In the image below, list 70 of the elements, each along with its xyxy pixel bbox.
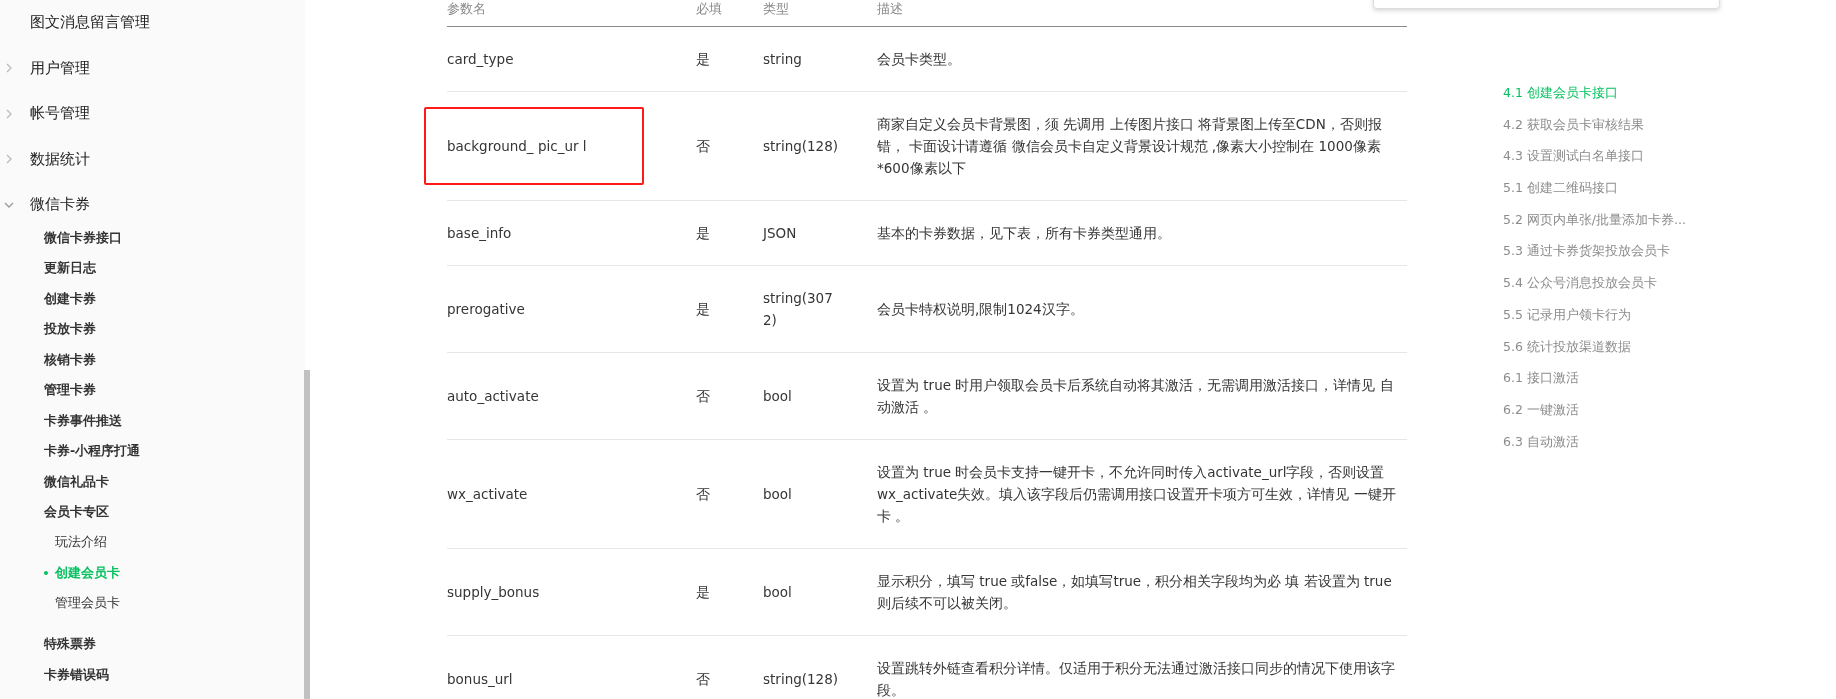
toc-link[interactable]: 6.1 接口激活 (1503, 362, 1686, 394)
table-cell-text: auto_activate (447, 387, 539, 406)
sidebar-item[interactable]: 图文消息留言管理 (30, 13, 150, 33)
table-cell-text: JSON (763, 224, 798, 243)
table-cell-text: string(128) (763, 670, 840, 689)
table-cell-text: 显示积分，填写 true 或false，如填写true，积分相关字段均为必 填 若设置为 true 则后续不可以被关闭。 (877, 572, 1393, 613)
table-cell-text: prerogative (447, 300, 525, 319)
table-cell-text: 商家自定义会员卡背景图，须 先调用 上传图片接口 将背景图上传至CDN，否则报错， 卡面设计请遵循 微信会员卡自定义背景设计规范 ,像素大小控制在 1000像素*600像素以下 (877, 115, 1383, 178)
sidebar-item[interactable]: 数据统计 (30, 149, 90, 169)
table-cell-text: base_info (447, 224, 512, 243)
table-cell-text: 会员卡类型。 (877, 50, 961, 69)
column-header: 类型 (763, 1, 789, 16)
table-cell-text: 基本的卡券数据，见下表，所有卡券类型通用。 (877, 224, 1171, 243)
toc-link[interactable]: 5.2 网页内单张/批量添加卡券... (1503, 203, 1686, 236)
sidebar-item[interactable]: 投放卡券 (0, 314, 305, 345)
table-cell-text: string(128) (763, 137, 840, 156)
chevron-icon[interactable] (4, 63, 14, 74)
table-cell-text: 设置为 true 时会员卡支持一键开卡，不允许同时传入activate_url字段，否则设置wx_activate失效。填入该字段后仍需调用接口设置开卡项方可生效，详情见 一键开卡 。 (877, 463, 1397, 526)
table-cell-text: bool (763, 583, 793, 602)
table-cell-text: 是 (696, 224, 710, 243)
table-cell-text: 否 (696, 137, 710, 156)
toc-link[interactable]: 5.3 通过卡券货架投放会员卡 (1503, 235, 1686, 268)
toc-link[interactable]: 6.2 一键激活 (1503, 393, 1686, 426)
column-header: 描述 (877, 1, 903, 16)
sidebar-item[interactable]: 特殊票券 (0, 629, 305, 660)
table-cell-text: supply_bonus (447, 583, 540, 602)
sidebar-item[interactable]: 管理会员卡 (55, 595, 120, 613)
toc-link[interactable]: 5.1 创建二维码接口 (1503, 172, 1686, 204)
table-cell-text: bonus_url (447, 670, 513, 689)
table-cell-text: 是 (696, 300, 710, 319)
table-cell-text: card_type (447, 50, 514, 69)
toc-link[interactable]: 4.2 获取会员卡审核结果 (1503, 108, 1686, 141)
chevron-icon[interactable] (4, 154, 14, 165)
table-cell-text: 设置跳转外链查看积分详情。仅适用于积分无法通过激活接口同步的情况下使用该字段。 (877, 659, 1396, 699)
sidebar-item[interactable]: 创建卡券 (0, 283, 305, 314)
sidebar-item[interactable]: 卡券-小程序打通 (0, 436, 305, 467)
column-header: 参数名 (447, 1, 486, 16)
table-cell-text: 否 (696, 387, 710, 406)
scrollbar[interactable] (304, 370, 310, 699)
toc-link[interactable]: 6.3 自动激活 (1503, 425, 1686, 458)
table-cell-text: string(3072) (763, 289, 834, 330)
sidebar-item[interactable]: 帐号管理 (30, 104, 90, 124)
sidebar-item[interactable]: 卡券错误码 (0, 659, 305, 690)
toc-link[interactable]: 5.5 记录用户领卡行为 (1503, 298, 1686, 331)
sidebar-item[interactable]: 核销卡券 (0, 344, 305, 375)
table-cell-text: bool (763, 485, 793, 504)
sidebar-item[interactable]: 微信卡券接口 (0, 222, 305, 253)
sidebar-item[interactable]: 会员卡专区 (0, 497, 305, 528)
table-cell-text: 会员卡特权说明,限制1024汉字。 (877, 300, 1084, 319)
toc-link[interactable]: 5.4 公众号消息投放会员卡 (1503, 267, 1686, 299)
toc-link[interactable]: 5.6 统计投放渠道数据 (1503, 330, 1686, 363)
table-cell-text: bool (763, 387, 793, 406)
chevron-icon[interactable] (4, 108, 14, 119)
sidebar-item[interactable]: 管理卡券 (0, 375, 305, 406)
table-cell-text: 否 (696, 485, 710, 504)
table-cell-text: wx_activate (447, 485, 528, 504)
sidebar-item[interactable]: 玩法介绍 (55, 534, 107, 552)
table-cell-text: string (763, 50, 803, 69)
table-cell-text: 是 (696, 583, 710, 602)
table-cell-text: 是 (696, 50, 710, 69)
sidebar-item[interactable]: 用户管理 (30, 58, 90, 78)
table-cell-text: 否 (696, 670, 710, 689)
sidebar-item[interactable]: 微信礼品卡 (0, 466, 305, 497)
column-header: 必填 (696, 1, 722, 16)
table-cell-text: 设置为 true 时用户领取会员卡后系统自动将其激活，无需调用激活接口，详情见 自动激活 。 (877, 376, 1395, 417)
sidebar-item[interactable]: 更新日志 (0, 253, 305, 284)
sidebar-item[interactable]: 卡券事件推送 (0, 405, 305, 436)
sidebar-item[interactable]: 微信卡券 (30, 195, 90, 215)
table-cell-text: background_ pic_ur l (447, 137, 587, 156)
toc-link[interactable]: 4.3 设置测试白名单接口 (1503, 140, 1686, 173)
